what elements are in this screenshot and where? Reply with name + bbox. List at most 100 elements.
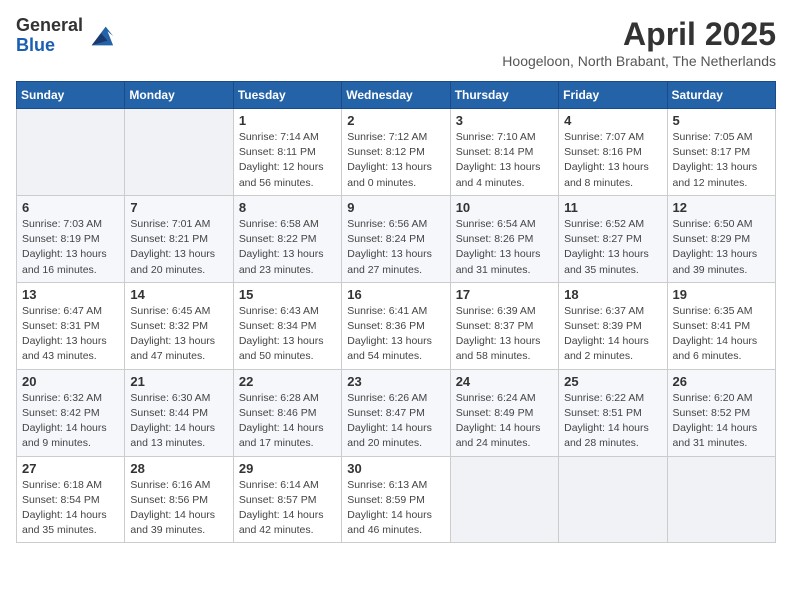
day-info: Sunrise: 6:28 AM Sunset: 8:46 PM Dayligh… <box>239 391 336 452</box>
calendar-day-header: Friday <box>559 82 667 109</box>
calendar-day-header: Thursday <box>450 82 558 109</box>
calendar-cell: 18 Sunrise: 6:37 AM Sunset: 8:39 PM Dayli… <box>559 282 667 369</box>
logo-general-text: General <box>16 16 83 36</box>
calendar-table: SundayMondayTuesdayWednesdayThursdayFrid… <box>16 81 776 543</box>
day-number: 27 <box>22 461 119 476</box>
calendar-cell <box>125 109 233 196</box>
day-info: Sunrise: 6:13 AM Sunset: 8:59 PM Dayligh… <box>347 478 444 539</box>
calendar-week-row: 20Sunrise: 6:32 AM Sunset: 8:42 PM Dayli… <box>17 369 776 456</box>
day-number: 28 <box>130 461 227 476</box>
calendar-cell: 15 Sunrise: 6:43 AM Sunset: 8:34 PM Dayli… <box>233 282 341 369</box>
day-number: 7 <box>130 200 227 215</box>
day-info: Sunrise: 6:58 AM Sunset: 8:22 PM Dayligh… <box>239 217 336 278</box>
day-number: 23 <box>347 374 444 389</box>
calendar-cell: 14Sunrise: 6:45 AM Sunset: 8:32 PM Dayli… <box>125 282 233 369</box>
calendar-cell: 12Sunrise: 6:50 AM Sunset: 8:29 PM Dayli… <box>667 195 775 282</box>
logo: General Blue <box>16 16 115 56</box>
calendar-week-row: 6 Sunrise: 7:03 AM Sunset: 8:19 PM Daylig… <box>17 195 776 282</box>
day-info: Sunrise: 6:52 AM Sunset: 8:27 PM Dayligh… <box>564 217 661 278</box>
calendar-cell: 28 Sunrise: 6:16 AM Sunset: 8:56 PM Dayli… <box>125 456 233 543</box>
calendar-cell: 8 Sunrise: 6:58 AM Sunset: 8:22 PM Daylig… <box>233 195 341 282</box>
day-info: Sunrise: 6:54 AM Sunset: 8:26 PM Dayligh… <box>456 217 553 278</box>
calendar-cell: 9 Sunrise: 6:56 AM Sunset: 8:24 PM Daylig… <box>342 195 450 282</box>
day-number: 18 <box>564 287 661 302</box>
day-info: Sunrise: 7:05 AM Sunset: 8:17 PM Dayligh… <box>673 130 770 191</box>
day-info: Sunrise: 6:47 AM Sunset: 8:31 PM Dayligh… <box>22 304 119 365</box>
day-number: 2 <box>347 113 444 128</box>
calendar-cell: 11 Sunrise: 6:52 AM Sunset: 8:27 PM Dayli… <box>559 195 667 282</box>
calendar-cell: 10 Sunrise: 6:54 AM Sunset: 8:26 PM Dayli… <box>450 195 558 282</box>
day-number: 29 <box>239 461 336 476</box>
location-title: Hoogeloon, North Brabant, The Netherland… <box>502 53 776 69</box>
calendar-cell: 24Sunrise: 6:24 AM Sunset: 8:49 PM Dayli… <box>450 369 558 456</box>
calendar-cell: 21 Sunrise: 6:30 AM Sunset: 8:44 PM Dayli… <box>125 369 233 456</box>
calendar-day-header: Wednesday <box>342 82 450 109</box>
day-number: 30 <box>347 461 444 476</box>
day-info: Sunrise: 7:07 AM Sunset: 8:16 PM Dayligh… <box>564 130 661 191</box>
logo-icon <box>87 22 115 50</box>
calendar-cell: 27 Sunrise: 6:18 AM Sunset: 8:54 PM Dayli… <box>17 456 125 543</box>
day-number: 9 <box>347 200 444 215</box>
logo-blue-text: Blue <box>16 36 83 56</box>
calendar-cell: 30 Sunrise: 6:13 AM Sunset: 8:59 PM Dayli… <box>342 456 450 543</box>
day-number: 17 <box>456 287 553 302</box>
day-info: Sunrise: 6:35 AM Sunset: 8:41 PM Dayligh… <box>673 304 770 365</box>
day-number: 1 <box>239 113 336 128</box>
calendar-cell: 4 Sunrise: 7:07 AM Sunset: 8:16 PM Daylig… <box>559 109 667 196</box>
calendar-cell: 6 Sunrise: 7:03 AM Sunset: 8:19 PM Daylig… <box>17 195 125 282</box>
calendar-cell: 16 Sunrise: 6:41 AM Sunset: 8:36 PM Dayli… <box>342 282 450 369</box>
calendar-day-header: Sunday <box>17 82 125 109</box>
calendar-cell: 13 Sunrise: 6:47 AM Sunset: 8:31 PM Dayli… <box>17 282 125 369</box>
day-info: Sunrise: 6:16 AM Sunset: 8:56 PM Dayligh… <box>130 478 227 539</box>
day-number: 5 <box>673 113 770 128</box>
day-info: Sunrise: 7:12 AM Sunset: 8:12 PM Dayligh… <box>347 130 444 191</box>
calendar-cell: 5 Sunrise: 7:05 AM Sunset: 8:17 PM Daylig… <box>667 109 775 196</box>
page-header: General Blue April 2025 Hoogeloon, North… <box>16 16 776 69</box>
day-number: 20 <box>22 374 119 389</box>
day-number: 13 <box>22 287 119 302</box>
day-number: 3 <box>456 113 553 128</box>
calendar-week-row: 1 Sunrise: 7:14 AM Sunset: 8:11 PM Daylig… <box>17 109 776 196</box>
calendar-cell: 3 Sunrise: 7:10 AM Sunset: 8:14 PM Daylig… <box>450 109 558 196</box>
day-info: Sunrise: 6:37 AM Sunset: 8:39 PM Dayligh… <box>564 304 661 365</box>
day-info: Sunrise: 6:41 AM Sunset: 8:36 PM Dayligh… <box>347 304 444 365</box>
day-info: Sunrise: 7:03 AM Sunset: 8:19 PM Dayligh… <box>22 217 119 278</box>
day-info: Sunrise: 6:30 AM Sunset: 8:44 PM Dayligh… <box>130 391 227 452</box>
calendar-cell <box>17 109 125 196</box>
day-info: Sunrise: 6:50 AM Sunset: 8:29 PM Dayligh… <box>673 217 770 278</box>
calendar-cell: 23 Sunrise: 6:26 AM Sunset: 8:47 PM Dayli… <box>342 369 450 456</box>
day-info: Sunrise: 7:10 AM Sunset: 8:14 PM Dayligh… <box>456 130 553 191</box>
calendar-cell <box>667 456 775 543</box>
day-number: 11 <box>564 200 661 215</box>
day-info: Sunrise: 6:43 AM Sunset: 8:34 PM Dayligh… <box>239 304 336 365</box>
calendar-week-row: 13 Sunrise: 6:47 AM Sunset: 8:31 PM Dayli… <box>17 282 776 369</box>
day-info: Sunrise: 6:45 AM Sunset: 8:32 PM Dayligh… <box>130 304 227 365</box>
day-number: 4 <box>564 113 661 128</box>
day-info: Sunrise: 6:14 AM Sunset: 8:57 PM Dayligh… <box>239 478 336 539</box>
day-info: Sunrise: 6:39 AM Sunset: 8:37 PM Dayligh… <box>456 304 553 365</box>
day-number: 8 <box>239 200 336 215</box>
day-info: Sunrise: 6:56 AM Sunset: 8:24 PM Dayligh… <box>347 217 444 278</box>
day-info: Sunrise: 6:20 AM Sunset: 8:52 PM Dayligh… <box>673 391 770 452</box>
month-title: April 2025 <box>502 16 776 53</box>
day-number: 21 <box>130 374 227 389</box>
day-number: 6 <box>22 200 119 215</box>
day-info: Sunrise: 7:14 AM Sunset: 8:11 PM Dayligh… <box>239 130 336 191</box>
calendar-cell: 2 Sunrise: 7:12 AM Sunset: 8:12 PM Daylig… <box>342 109 450 196</box>
calendar-cell: 20Sunrise: 6:32 AM Sunset: 8:42 PM Dayli… <box>17 369 125 456</box>
calendar-day-header: Tuesday <box>233 82 341 109</box>
calendar-cell: 19 Sunrise: 6:35 AM Sunset: 8:41 PM Dayli… <box>667 282 775 369</box>
calendar-cell: 1 Sunrise: 7:14 AM Sunset: 8:11 PM Daylig… <box>233 109 341 196</box>
calendar-cell: 25Sunrise: 6:22 AM Sunset: 8:51 PM Dayli… <box>559 369 667 456</box>
calendar-cell: 29 Sunrise: 6:14 AM Sunset: 8:57 PM Dayli… <box>233 456 341 543</box>
day-number: 10 <box>456 200 553 215</box>
day-info: Sunrise: 7:01 AM Sunset: 8:21 PM Dayligh… <box>130 217 227 278</box>
day-number: 19 <box>673 287 770 302</box>
calendar-cell <box>559 456 667 543</box>
day-number: 16 <box>347 287 444 302</box>
day-info: Sunrise: 6:18 AM Sunset: 8:54 PM Dayligh… <box>22 478 119 539</box>
title-section: April 2025 Hoogeloon, North Brabant, The… <box>502 16 776 69</box>
day-info: Sunrise: 6:26 AM Sunset: 8:47 PM Dayligh… <box>347 391 444 452</box>
calendar-day-header: Monday <box>125 82 233 109</box>
day-number: 15 <box>239 287 336 302</box>
